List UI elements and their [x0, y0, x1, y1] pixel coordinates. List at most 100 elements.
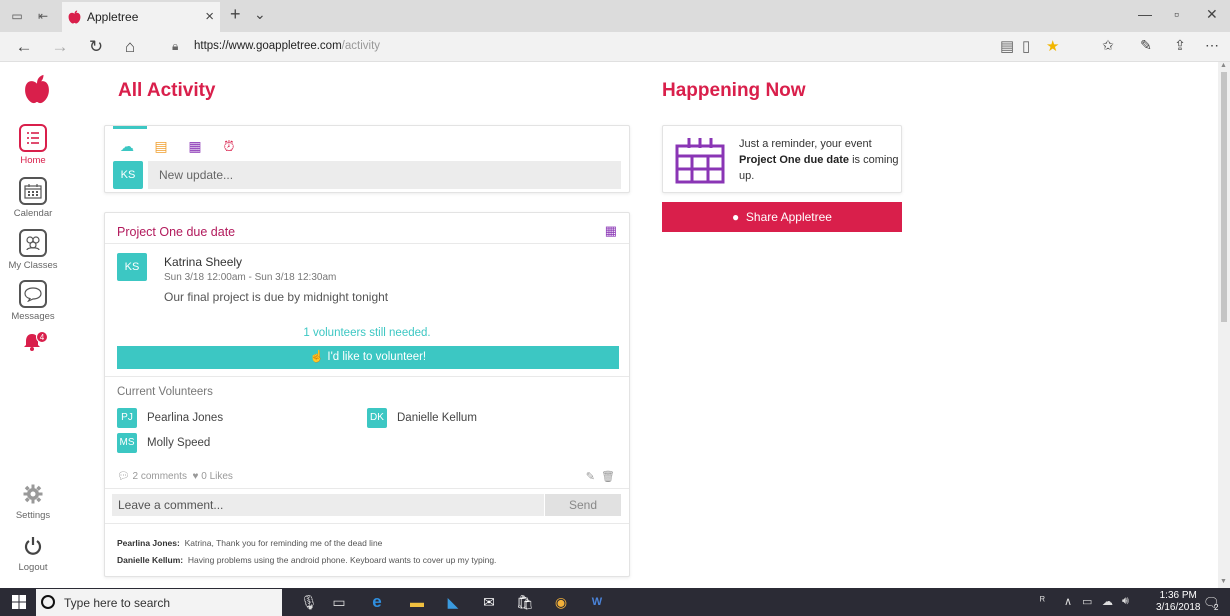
refresh-icon[interactable]: ↻	[86, 37, 106, 57]
comment-item: Danielle Kellum: Having problems using t…	[117, 555, 496, 565]
favorite-star-icon[interactable]: ★	[1046, 37, 1059, 55]
reading-list-icon[interactable]: ▤	[1000, 37, 1014, 55]
sidebar-item-settings[interactable]: Settings	[0, 484, 66, 521]
tab-preview-icon[interactable]: ▭	[10, 9, 24, 23]
url-text[interactable]: https://www.goappletree.com/activity	[194, 40, 380, 52]
comment-author: Danielle Kellum:	[117, 555, 184, 565]
appletree-favicon-icon	[68, 10, 81, 24]
sidebar-item-label: Settings	[15, 510, 51, 521]
mail-icon[interactable]: ✉	[480, 593, 498, 611]
divider	[105, 488, 629, 489]
sidebar-item-label: Calendar	[13, 208, 53, 219]
close-window-button[interactable]: ✕	[1206, 6, 1218, 23]
sidebar-item-messages[interactable]: Messages	[0, 280, 66, 322]
heart-icon[interactable]: ♥	[193, 471, 199, 482]
calendar-icon[interactable]: ▦	[605, 223, 617, 239]
scroll-up-icon[interactable]: ▲	[1220, 62, 1227, 69]
people-icon[interactable]: ᴿ	[1040, 595, 1045, 607]
comment-text: Katrina, Thank you for reminding me of t…	[184, 538, 383, 548]
reminder-prefix: Just a reminder, your event	[739, 138, 872, 150]
event-card: Project One due date ▦ KS Katrina Sheely…	[104, 212, 630, 577]
new-tab-button[interactable]: +	[230, 4, 241, 25]
file-explorer-icon[interactable]: ▬	[408, 593, 426, 611]
avatar: DK	[367, 408, 387, 428]
network-icon[interactable]: ▭	[1082, 595, 1092, 608]
set-aside-tabs-icon[interactable]: ⇤	[36, 9, 50, 23]
pen-icon[interactable]: ✎	[1136, 37, 1156, 54]
sidebar-item-home[interactable]: Home	[0, 124, 66, 166]
volunteer-name: Molly Speed	[147, 437, 211, 450]
chevron-down-icon[interactable]: ⌄	[254, 6, 266, 23]
main-content: All Activity ☁ ▤ ▦ ⏰︎ KS Project One due…	[66, 62, 1218, 588]
edge-browser-icon[interactable]: e	[368, 593, 386, 611]
volume-icon[interactable]: 🔊︎	[1122, 595, 1129, 608]
event-title[interactable]: Project One due date	[117, 225, 235, 239]
event-type-icon[interactable]: ▦	[185, 136, 205, 156]
browser-tab-bar: ▭ ⇤ Appletree × + ⌄ — ▫ ✕	[0, 0, 1230, 32]
avatar: PJ	[117, 408, 137, 428]
chrome-icon[interactable]: ◉	[552, 593, 570, 611]
forward-arrow-icon[interactable]: →	[50, 37, 70, 57]
share-icon[interactable]: ⇪	[1170, 37, 1190, 54]
pencil-icon[interactable]: ✎	[586, 471, 595, 483]
store-icon[interactable]: 🛍︎	[516, 593, 534, 611]
avatar: MS	[117, 433, 137, 453]
appletree-logo-icon[interactable]	[24, 74, 50, 104]
note-type-icon[interactable]: ▤	[151, 136, 171, 156]
address-bar[interactable]: 🔒︎ https://www.goappletree.com/activity …	[164, 35, 1059, 58]
comment-author: Pearlina Jones:	[117, 538, 180, 548]
sidebar-item-calendar[interactable]: Calendar	[0, 177, 66, 219]
onedrive-icon[interactable]: ☁	[1102, 595, 1113, 608]
gear-icon	[23, 484, 43, 504]
restore-button[interactable]: ▫	[1174, 6, 1179, 22]
app-icon[interactable]: ◣	[444, 593, 462, 611]
scrollbar-thumb[interactable]	[1221, 72, 1227, 322]
clock-date: 3/16/2018	[1156, 602, 1201, 613]
new-update-input[interactable]	[148, 161, 621, 189]
word-icon[interactable]: W	[588, 593, 606, 611]
sidebar-item-label: Messages	[11, 311, 55, 322]
comment-icon[interactable]: 💬︎	[117, 471, 130, 482]
taskbar-clock[interactable]: 1:36 PM 3/16/2018	[1156, 590, 1201, 614]
volunteer-item: DK Danielle Kellum	[367, 408, 477, 428]
tray-chevron-icon[interactable]: ∧	[1064, 595, 1072, 608]
list-icon	[19, 124, 47, 152]
likes-count[interactable]: 0 Likes	[201, 471, 233, 482]
task-view-icon[interactable]: ▭	[330, 593, 348, 611]
share-appletree-button[interactable]: ● Share Appletree	[662, 202, 902, 232]
tab-close-icon[interactable]: ×	[205, 8, 214, 25]
favorites-icon[interactable]: ✩	[1098, 37, 1118, 54]
volunteer-button[interactable]: ☝ I'd like to volunteer!	[117, 346, 619, 369]
reading-view-icon[interactable]: ▯	[1022, 37, 1030, 55]
taskbar-search[interactable]: Type here to search	[36, 589, 282, 616]
comment-text: Having problems using the android phone.…	[187, 555, 497, 565]
alarm-type-icon[interactable]: ⏰︎	[219, 136, 239, 156]
volunteer-name: Danielle Kellum	[397, 412, 477, 425]
microphone-icon[interactable]: 🎙︎	[300, 593, 318, 611]
send-button[interactable]: Send	[545, 494, 621, 516]
browser-tab[interactable]: Appletree ×	[62, 2, 220, 32]
home-icon[interactable]: ⌂	[120, 37, 140, 57]
comments-count[interactable]: 2 comments	[132, 471, 186, 482]
windows-start-icon[interactable]	[12, 595, 26, 609]
comment-input[interactable]	[112, 494, 544, 516]
notifications-bell[interactable]: 4	[22, 331, 48, 355]
sidebar-item-logout[interactable]: Logout	[0, 536, 66, 573]
sidebar-item-label: Home	[20, 155, 46, 166]
minimize-button[interactable]: —	[1138, 6, 1152, 22]
divider	[105, 376, 629, 377]
happening-now-heading: Happening Now	[662, 80, 806, 101]
browser-nav-bar: ← → ↻ ⌂ 🔒︎ https://www.goappletree.com/a…	[0, 32, 1230, 62]
scroll-down-icon[interactable]: ▼	[1220, 578, 1227, 585]
action-center-badge: 2	[1214, 603, 1219, 612]
back-arrow-icon[interactable]: ←	[14, 37, 34, 57]
post-actions: ✎ 🗑︎	[586, 470, 615, 483]
lock-icon: 🔒︎	[172, 39, 179, 53]
reminder-event-name[interactable]: Project One due date	[739, 154, 849, 166]
more-icon[interactable]: ⋯	[1202, 37, 1222, 54]
page-scrollbar[interactable]: ▲ ▼	[1218, 62, 1230, 588]
reminder-card: Just a reminder, your event Project One …	[662, 125, 902, 193]
trash-icon[interactable]: 🗑︎	[601, 471, 615, 483]
sidebar-item-my-classes[interactable]: My Classes	[0, 229, 66, 271]
update-type-icon[interactable]: ☁	[117, 136, 137, 156]
